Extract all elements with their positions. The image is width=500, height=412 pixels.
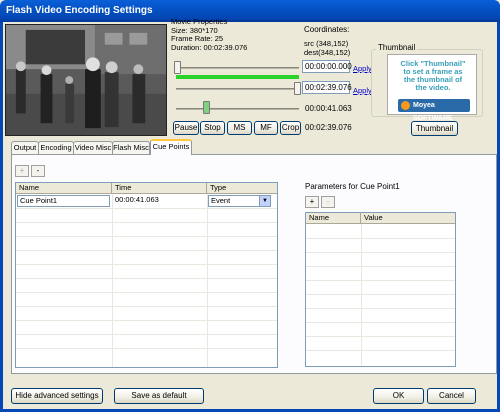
grid-line [306,238,455,239]
parameters-table-header: Name Value [306,213,455,224]
grid-line [16,222,277,223]
remove-cue-point-button[interactable]: - [31,165,45,177]
thumbnail-group-label: Thumbnail [376,43,418,52]
tab-cue-points[interactable]: Cue Points [150,139,192,155]
apply-end-link[interactable]: Apply [353,86,372,95]
stop-button[interactable]: Stop [200,121,225,135]
grid-line [306,350,455,351]
crop-button[interactable]: Crop [280,121,301,135]
cancel-button[interactable]: Cancel [427,388,476,404]
grid-line [306,336,455,337]
apply-start-link[interactable]: Apply [353,64,372,73]
tab-flash-misc[interactable]: Flash Misc [112,141,150,154]
grid-line [16,250,277,251]
tab-encoding[interactable]: Encoding [38,141,74,154]
coordinates-heading: Coordinates: [304,25,350,34]
param-column-header-name[interactable]: Name [306,213,361,224]
position-slider-track[interactable] [176,108,299,110]
grid-divider [207,194,208,367]
movie-duration: Duration: 00:02:39.076 [171,42,248,52]
movie-properties: Movie Properties Size: 380*170 Frame Rat… [171,17,248,52]
add-cue-point-button[interactable]: + [15,165,29,177]
grid-line [16,208,277,209]
grid-line [16,278,277,279]
tab-video-misc[interactable]: Video Misc [73,141,113,154]
cue-point-name-input[interactable]: Cue Point1 [17,195,110,207]
grid-line [306,308,455,309]
column-header-type[interactable]: Type [207,183,277,194]
grid-line [306,294,455,295]
thumbnail-button[interactable]: Thumbnail [411,121,458,136]
remove-parameter-button[interactable]: - [321,196,335,208]
thumbnail-message: Click "Thumbnail" to set a frame as the … [400,59,466,92]
ms-button[interactable]: MS [227,121,252,135]
thumbnail-preview: Click "Thumbnail" to set a frame as the … [387,54,477,122]
position-slider-handle[interactable] [203,101,211,114]
moyea-logo-text: Moyea SOFTWARE [413,102,453,122]
grid-line [16,320,277,321]
end-trim-slider-track[interactable] [176,88,299,90]
cue-points-table[interactable]: Name Time Type Cue Point1 00:00:41.063 E… [15,182,278,368]
grid-divider [112,194,113,367]
moyea-logo: Moyea SOFTWARE [398,99,470,122]
position-time: 00:02:39.076 [305,123,352,132]
cue-point-type-select[interactable]: Event ▼ [208,195,271,207]
video-preview[interactable] [5,24,167,136]
grid-line [16,264,277,265]
cue-point-type-value: Event [211,196,231,205]
start-trim-slider-track[interactable] [176,67,299,69]
end-time-field[interactable]: 00:02:39.076 [302,81,352,94]
param-column-header-value[interactable]: Value [361,213,455,224]
video-frame-image [6,25,166,135]
tab-output[interactable]: Output [11,141,39,154]
column-header-time[interactable]: Time [112,183,207,194]
selection-range-bar [176,75,299,79]
column-header-name[interactable]: Name [16,183,112,194]
grid-line [16,348,277,349]
mf-button[interactable]: MF [254,121,278,135]
grid-line [306,266,455,267]
pause-button[interactable]: Pause [173,121,199,135]
grid-line [16,236,277,237]
grid-line [16,292,277,293]
title-bar: Flash Video Encoding Settings [0,0,500,22]
save-as-default-button[interactable]: Save as default [114,388,204,404]
end-trim-slider-handle[interactable] [294,82,301,95]
grid-line [306,322,455,323]
hide-advanced-settings-button[interactable]: Hide advanced settings [11,388,103,404]
grid-line [306,280,455,281]
ok-button[interactable]: OK [373,388,424,404]
start-trim-slider-handle[interactable] [174,61,181,74]
parameters-heading: Parameters for Cue Point1 [305,182,400,191]
add-parameter-button[interactable]: + [305,196,319,208]
grid-line [306,252,455,253]
coordinates-dest: dest(348,152) [304,47,351,57]
window-title: Flash Video Encoding Settings [6,5,153,16]
moyea-logo-icon [401,101,410,110]
chevron-down-icon[interactable]: ▼ [259,196,270,206]
coordinates-values: src (348,152) dest(348,152) [304,39,351,57]
parameters-table[interactable]: Name Value [305,212,456,367]
grid-line [16,334,277,335]
cue-points-table-header: Name Time Type [16,183,277,194]
grid-divider [361,224,362,366]
start-time-field[interactable]: 00:00:00.000 [302,60,352,73]
grid-line [16,306,277,307]
cue-point-time[interactable]: 00:00:41.063 [113,195,205,207]
current-time: 00:00:41.063 [305,104,352,113]
